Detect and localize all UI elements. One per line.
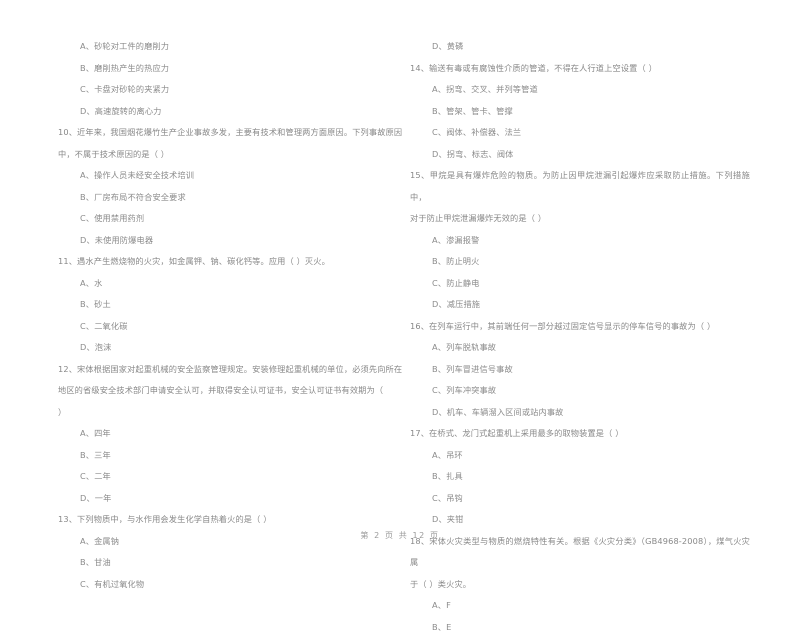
option-item: D、机车、车辆溜入区间或站内事故 — [410, 402, 752, 424]
option-item: C、使用禁用药剂 — [58, 208, 400, 230]
option-item: B、管架、管卡、管撑 — [410, 101, 752, 123]
question-14: 14、输送有毒或有腐蚀性介质的管道，不得在人行道上空设置（ ） A、拐弯、交叉、… — [410, 58, 752, 166]
right-column: D、黄磷 14、输送有毒或有腐蚀性介质的管道，不得在人行道上空设置（ ） A、拐… — [400, 36, 800, 638]
question-stem-line: 17、在桥式、龙门式起重机上采用最多的取物装置是（ ） — [410, 423, 752, 445]
option-item: A、砂轮对工件的磨削力 — [58, 36, 400, 58]
option-item: B、甘油 — [58, 552, 400, 574]
option-item: D、减压措施 — [410, 294, 752, 316]
option-item: B、砂土 — [58, 294, 400, 316]
option-item: A、操作人员未经安全技术培训 — [58, 165, 400, 187]
question-stem-line: 15、甲烷是具有爆炸危险的物质。为防止因甲烷泄漏引起爆炸应采取防止措施。下列措施… — [410, 165, 750, 208]
question-stem-line: 11、遇水产生燃烧物的火灾，如金属钾、钠、碳化钙等。应用（ ）灭火。 — [58, 251, 400, 273]
option-item: A、F — [410, 595, 752, 617]
option-item: D、黄磷 — [410, 36, 752, 58]
option-item: A、列车脱轨事故 — [410, 337, 752, 359]
question-stem-line: 16、在列车运行中，其前端任何一部分越过固定信号显示的停车信号的事故为（ ） — [410, 316, 752, 338]
option-item: B、磨削热产生的热应力 — [58, 58, 400, 80]
option-item: C、吊钩 — [410, 488, 752, 510]
option-item: C、防止静电 — [410, 273, 752, 295]
option-item: D、未使用防爆电器 — [58, 230, 400, 252]
option-item: D、泡沫 — [58, 337, 400, 359]
option-item: C、二年 — [58, 466, 400, 488]
question-stem-line: 10、近年来，我国烟花爆竹生产企业事故多发，主要有技术和管理两方面原因。下列事故… — [58, 122, 403, 144]
option-item: D、高速旋转的离心力 — [58, 101, 400, 123]
option-item: B、扎具 — [410, 466, 752, 488]
question-stem-line: 12、宋体根据国家对起重机械的安全监察管理规定。安装修理起重机械的单位，必须先向… — [58, 359, 403, 381]
option-item: D、一年 — [58, 488, 400, 510]
option-item: D、夹钳 — [410, 509, 752, 531]
option-item: B、防止明火 — [410, 251, 752, 273]
option-item: A、吊环 — [410, 445, 752, 467]
option-item: A、四年 — [58, 423, 400, 445]
question-11: 11、遇水产生燃烧物的火灾，如金属钾、钠、碳化钙等。应用（ ）灭火。 A、水 B… — [58, 251, 400, 359]
option-item: B、列车冒进信号事故 — [410, 359, 752, 381]
question-12: 12、宋体根据国家对起重机械的安全监察管理规定。安装修理起重机械的单位，必须先向… — [58, 359, 400, 510]
option-item: C、列车冲突事故 — [410, 380, 752, 402]
page-footer: 第 2 页 共 12 页 — [0, 530, 800, 541]
question-10: 10、近年来，我国烟花爆竹生产企业事故多发，主要有技术和管理两方面原因。下列事故… — [58, 122, 400, 251]
option-item: A、渗漏报警 — [410, 230, 752, 252]
question-18: 18、宋体火灾类型与物质的燃烧特性有关。根据《火灾分类》（GB4968-2008… — [410, 531, 752, 638]
option-item: D、拐弯、标志、阀体 — [410, 144, 752, 166]
option-item: B、三年 — [58, 445, 400, 467]
question-stem-line: 对于防止甲烷泄漏爆炸无效的是（ ） — [410, 208, 752, 230]
question-stem-line: 13、下列物质中，与水作用会发生化学自热着火的是（ ） — [58, 509, 400, 531]
option-item: A、拐弯、交叉、并列等管道 — [410, 79, 752, 101]
option-item: A、水 — [58, 273, 400, 295]
question-15: 15、甲烷是具有爆炸危险的物质。为防止因甲烷泄漏引起爆炸应采取防止措施。下列措施… — [410, 165, 752, 316]
left-column: A、砂轮对工件的磨削力 B、磨削热产生的热应力 C、卡盘对砂轮的夹紧力 D、高速… — [0, 36, 400, 595]
question-stem-line: 中，不属于技术原因的是（ ） — [58, 144, 400, 166]
question-stem-line: 地区的省级安全技术部门申请安全认可，并取得安全认可证书，安全认可证书有效期为（ — [58, 380, 403, 402]
option-item: C、有机过氧化物 — [58, 574, 400, 596]
question-17: 17、在桥式、龙门式起重机上采用最多的取物装置是（ ） A、吊环 B、扎具 C、… — [410, 423, 752, 531]
option-item: C、阀体、补偿器、法兰 — [410, 122, 752, 144]
option-item: B、厂房布局不符合安全要求 — [58, 187, 400, 209]
question-13: 13、下列物质中，与水作用会发生化学自热着火的是（ ） A、金属钠 B、甘油 C… — [58, 509, 400, 595]
exam-page: A、砂轮对工件的磨削力 B、磨削热产生的热应力 C、卡盘对砂轮的夹紧力 D、高速… — [0, 0, 800, 565]
option-item: C、卡盘对砂轮的夹紧力 — [58, 79, 400, 101]
question-stem-line: ） — [58, 402, 400, 424]
option-item: B、E — [410, 617, 752, 638]
question-16: 16、在列车运行中，其前端任何一部分越过固定信号显示的停车信号的事故为（ ） A… — [410, 316, 752, 424]
two-column-body: A、砂轮对工件的磨削力 B、磨削热产生的热应力 C、卡盘对砂轮的夹紧力 D、高速… — [0, 36, 800, 638]
question-stem-line: 14、输送有毒或有腐蚀性介质的管道，不得在人行道上空设置（ ） — [410, 58, 752, 80]
question-stem-line: 于（ ）类火灾。 — [410, 574, 752, 596]
option-item: C、二氧化碳 — [58, 316, 400, 338]
